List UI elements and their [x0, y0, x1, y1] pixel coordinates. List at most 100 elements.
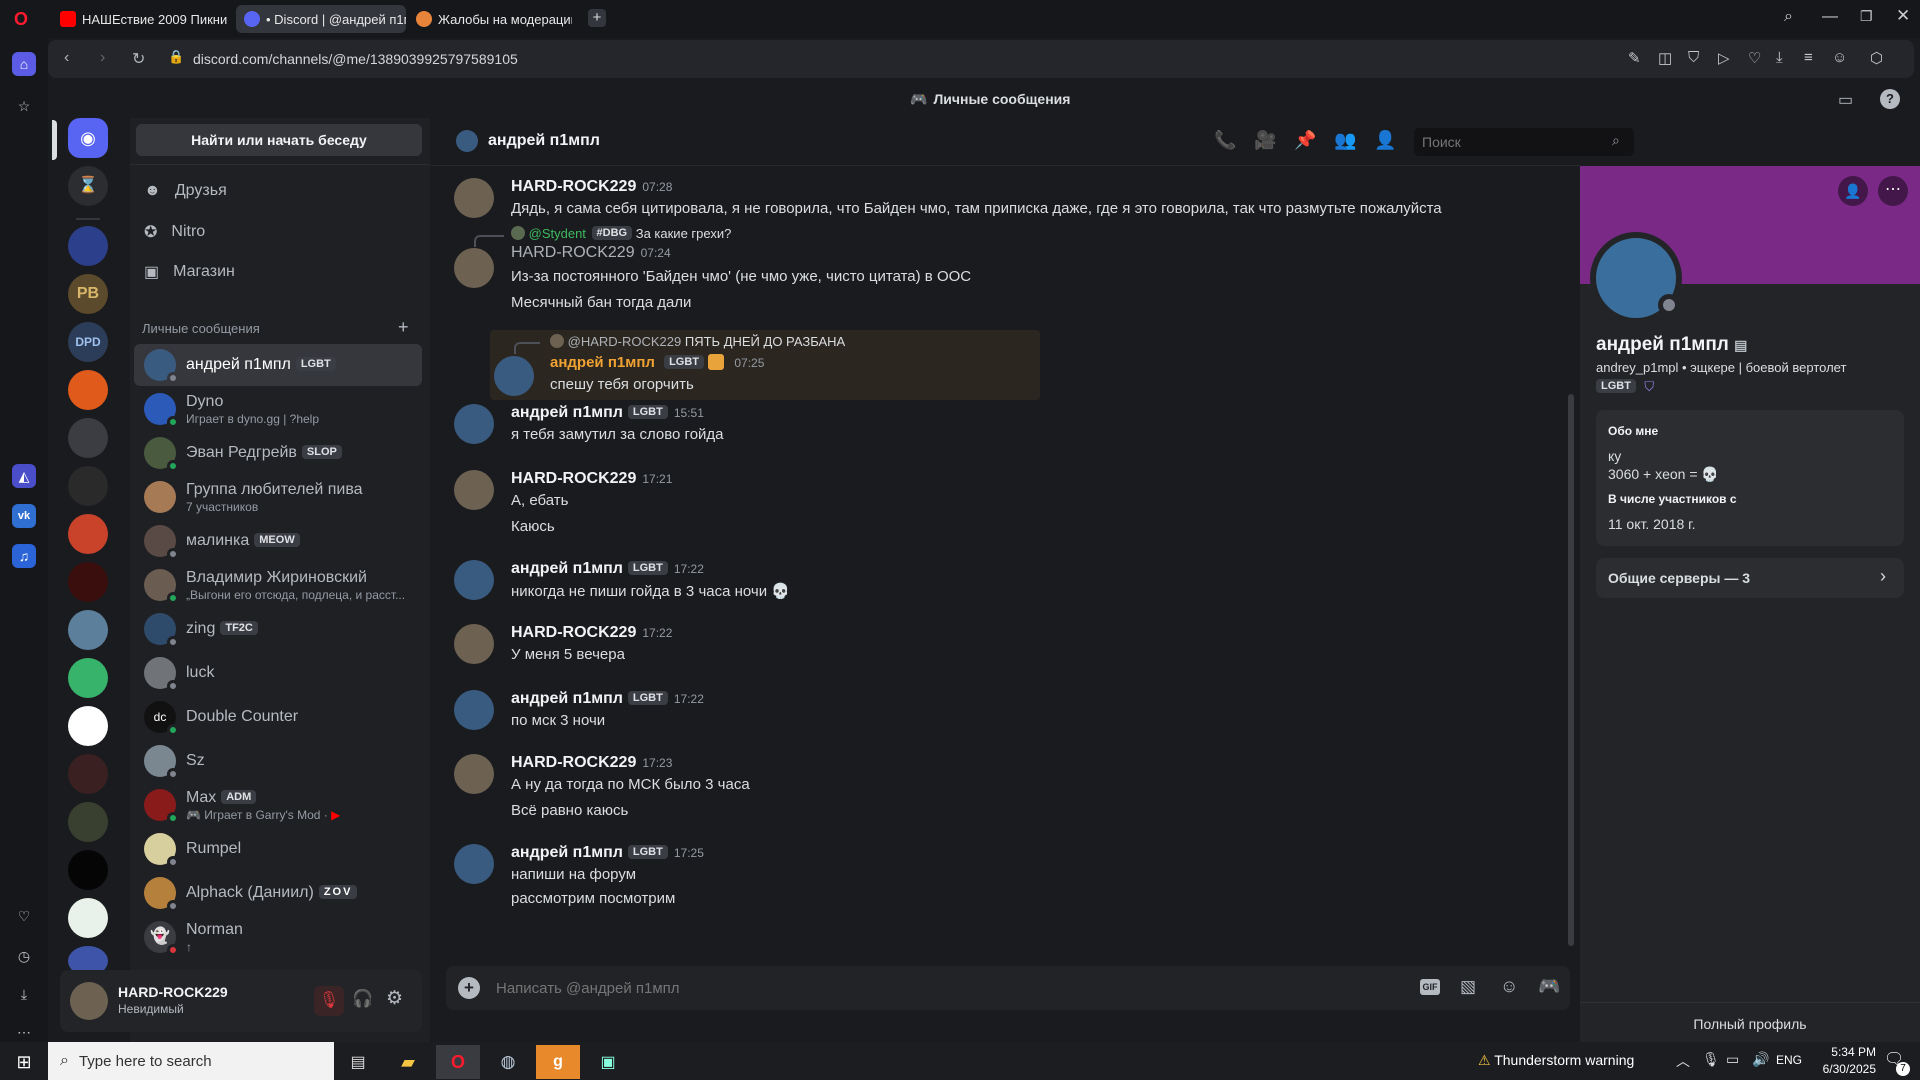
avatar[interactable] — [454, 690, 494, 730]
server-icon-8[interactable] — [68, 562, 108, 602]
author-name[interactable]: андрей п1мпл — [550, 354, 655, 371]
attach-plus-icon[interactable]: + — [458, 977, 480, 999]
back-button[interactable]: ‹ — [64, 49, 69, 67]
message-input[interactable] — [496, 974, 1276, 1002]
taskbar-search-box[interactable]: ⌕ Type here to search — [48, 1042, 334, 1080]
inbox-icon[interactable]: ▭ — [1838, 90, 1853, 110]
server-icon-7[interactable] — [68, 514, 108, 554]
server-icon-10[interactable] — [68, 658, 108, 698]
add-friends-icon[interactable]: 👥 — [1334, 130, 1356, 151]
dm-item-14[interactable]: 👻 Norman ↑ — [134, 916, 422, 958]
server-icon-13[interactable] — [68, 802, 108, 842]
author-name[interactable]: HARD-ROCK229 — [511, 470, 636, 487]
weather-widget[interactable]: ⚠ Thunderstorm warning — [1478, 1052, 1634, 1069]
author-name[interactable]: HARD-ROCK229 — [511, 624, 636, 641]
language-indicator[interactable]: ENG — [1776, 1053, 1802, 1067]
dm-item-5[interactable]: малинка MEOW — [134, 520, 422, 562]
author-name[interactable]: андрей п1мпл — [511, 560, 623, 577]
headphones-icon[interactable]: 🎧 — [352, 989, 373, 1009]
tray-chevron-icon[interactable]: ︿ — [1676, 1051, 1690, 1071]
server-icon-11[interactable] — [68, 706, 108, 746]
shield-icon[interactable]: ⛉ — [1688, 49, 1699, 66]
video-call-icon[interactable]: 🎥 — [1254, 130, 1276, 151]
gif-icon[interactable]: GIF — [1420, 979, 1440, 995]
browser-tab-1[interactable]: НАШЕствие 2009 Пикник — [52, 5, 228, 33]
dm-item-1[interactable]: андрей п1мпл LGBT — [134, 344, 422, 386]
voice-call-icon[interactable]: 📞 — [1214, 130, 1236, 151]
emoji-icon[interactable]: ☺ — [1500, 976, 1518, 997]
author-name[interactable]: андрей п1мпл — [511, 404, 623, 421]
restore-button[interactable]: ❐ — [1860, 8, 1873, 25]
sticker-icon[interactable]: ▧ — [1460, 977, 1476, 997]
play-icon[interactable]: ▷ — [1718, 49, 1730, 67]
task-view-icon[interactable]: ▤ — [336, 1045, 380, 1079]
reply-preview[interactable]: @Stydent #DBG За какие грехи? — [511, 226, 731, 241]
opera-logo-icon[interactable]: O — [14, 9, 28, 30]
dm-item-9[interactable]: dc Double Counter — [134, 696, 422, 738]
dm-item-8[interactable]: luck — [134, 652, 422, 694]
reply-preview[interactable]: @HARD-ROCK229 ПЯТЬ ДНЕЙ ДО РАЗБАНА — [550, 334, 845, 349]
extensions-icon[interactable]: ⬡ — [1870, 49, 1883, 67]
minimize-button[interactable]: — — [1822, 8, 1838, 26]
steam-icon[interactable]: ◍ — [486, 1045, 530, 1079]
site-info-icon[interactable]: 🔒 — [168, 49, 184, 65]
music-icon[interactable]: ♫ — [12, 544, 36, 568]
server-icon-3[interactable]: DPD — [68, 322, 108, 362]
network-icon[interactable]: ▭ — [1726, 1051, 1739, 1068]
server-icon-9[interactable] — [68, 610, 108, 650]
dm-item-3[interactable]: Эван Редгрейв SLOP — [134, 432, 422, 474]
home-icon[interactable]: ⌂ — [12, 52, 36, 76]
dm-item-7[interactable]: zing TF2C — [134, 608, 422, 650]
dm-item-12[interactable]: Rumpel — [134, 828, 422, 870]
mic-tray-icon[interactable]: 🎙 — [1702, 1051, 1720, 1068]
add-dm-button[interactable]: + — [398, 317, 409, 338]
search-input[interactable] — [1414, 128, 1634, 156]
windows-start-icon[interactable]: ⊞ — [2, 1045, 46, 1079]
search-tabs-icon[interactable]: ⌕ — [1784, 8, 1793, 26]
browser-tab-3[interactable]: Жалобы на модерацию — [408, 5, 572, 33]
author-name[interactable]: андрей п1мпл — [511, 844, 623, 861]
discord-home-icon[interactable]: ◉ — [68, 118, 108, 158]
favorites-icon[interactable]: ♡ — [12, 904, 36, 928]
heart-icon[interactable]: ♡ — [1748, 49, 1761, 67]
more-icon[interactable]: ⋯ — [12, 1020, 36, 1044]
dm-item-13[interactable]: Alphack (Даниил) ZOV — [134, 872, 422, 914]
nav-shop[interactable]: ▣ Магазин — [144, 262, 235, 282]
full-profile-link[interactable]: Полный профиль — [1580, 1016, 1920, 1032]
server-icon-6[interactable] — [68, 466, 108, 506]
volume-icon[interactable]: 🔊 — [1752, 1051, 1769, 1068]
nav-nitro[interactable]: ✪ Nitro — [144, 222, 205, 242]
help-icon[interactable]: ? — [1880, 89, 1900, 109]
dm-item-6[interactable]: Владимир Жириновский „Выгони его отсюда, … — [134, 564, 422, 606]
mutual-servers-button[interactable]: Общие серверы — 3 › — [1596, 558, 1904, 598]
server-icon-5[interactable] — [68, 418, 108, 458]
downloads-icon[interactable]: ⤓ — [12, 982, 36, 1006]
dm-item-10[interactable]: Sz — [134, 740, 422, 782]
pin-icon[interactable]: 📌 — [1294, 130, 1316, 151]
dm-item-4[interactable]: Группа любителей пива 7 участников — [134, 476, 422, 518]
clock-time[interactable]: 5:34 PM — [1814, 1045, 1876, 1059]
hourglass-icon[interactable]: ⌛ — [68, 166, 108, 206]
author-name[interactable]: HARD-ROCK229 — [511, 244, 635, 261]
avatar[interactable] — [454, 470, 494, 510]
avatar[interactable] — [454, 844, 494, 884]
aria-icon[interactable]: ◭ — [12, 464, 36, 488]
profile-icon[interactable]: ☺ — [1832, 49, 1847, 66]
new-tab-button[interactable]: + — [588, 9, 606, 27]
server-icon-1[interactable] — [68, 226, 108, 266]
download-icon[interactable]: ⤓ — [1776, 49, 1783, 66]
gamepad-icon[interactable]: 🎮 — [1538, 976, 1560, 997]
user-profile-toggle-icon[interactable]: 👤 — [1374, 130, 1396, 151]
server-icon-2[interactable]: PB — [68, 274, 108, 314]
reload-button[interactable]: ↻ — [132, 49, 145, 69]
opera-taskbar-icon[interactable]: O — [436, 1045, 480, 1079]
edit-icon[interactable]: ✎ — [1628, 49, 1641, 67]
server-icon-4[interactable] — [68, 370, 108, 410]
avatar[interactable] — [70, 982, 108, 1020]
author-name[interactable]: HARD-ROCK229 — [511, 178, 636, 195]
file-explorer-icon[interactable]: ▰ — [386, 1045, 430, 1079]
author-name[interactable]: HARD-ROCK229 — [511, 754, 636, 771]
nav-friends[interactable]: ☻ Друзья — [144, 182, 227, 200]
avatar[interactable] — [454, 248, 494, 288]
menu-icon[interactable]: ≡ — [1804, 49, 1813, 66]
